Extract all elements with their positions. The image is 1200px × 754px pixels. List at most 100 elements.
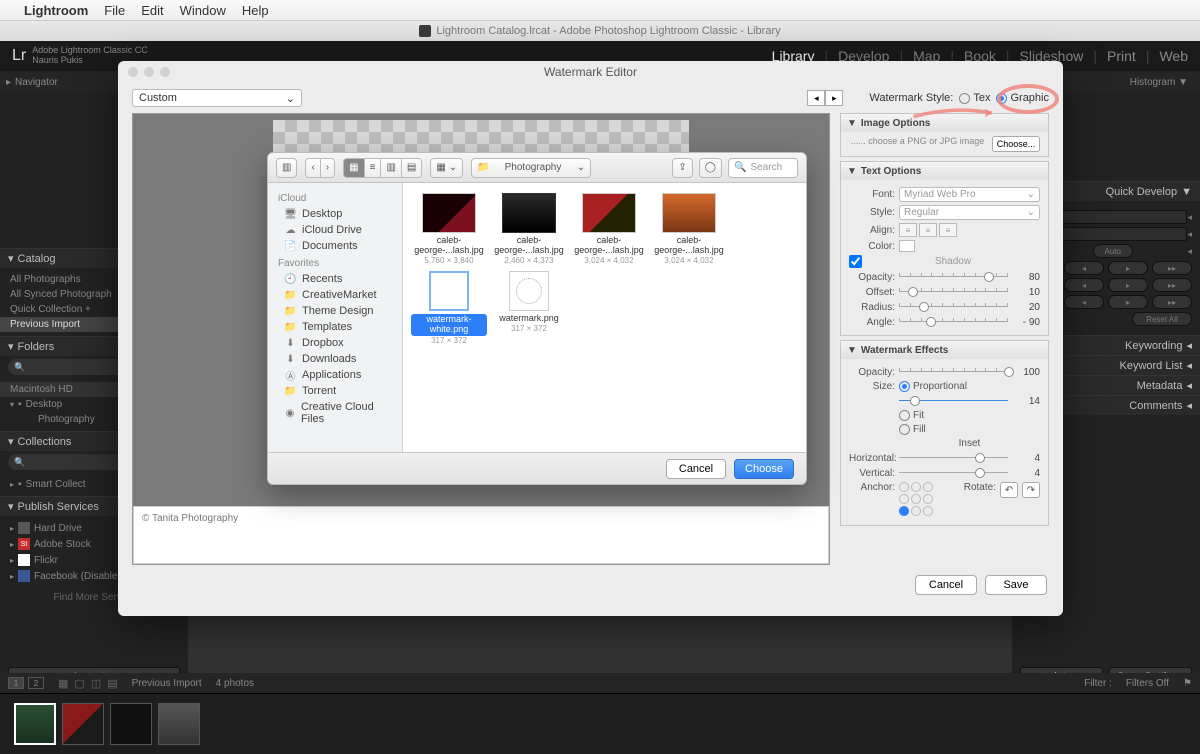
sb-ccfiles[interactable]: ◉Creative Cloud Files: [268, 399, 402, 427]
inset-h-slider[interactable]: [899, 452, 1008, 464]
sb-theme-design[interactable]: 📁Theme Design: [268, 303, 402, 319]
share-button[interactable]: ⇪: [672, 158, 692, 178]
next-button[interactable]: ▸: [825, 90, 843, 106]
image-options-header[interactable]: ▼Image Options: [841, 114, 1048, 132]
macos-menubar: Lightroom File Edit Window Help: [0, 0, 1200, 21]
module-print[interactable]: Print: [1107, 48, 1136, 64]
file-item[interactable]: caleb-george-...lash.jpg3,024 × 4,032: [651, 193, 727, 265]
sb-icloud-drive[interactable]: ☁iCloud Drive: [268, 222, 402, 238]
rotate-left[interactable]: ↶: [1000, 482, 1018, 498]
compare-icon[interactable]: ◫: [91, 677, 101, 690]
volume-row[interactable]: Macintosh HD: [10, 384, 73, 395]
navigator-header[interactable]: Navigator: [15, 77, 58, 88]
group-menu[interactable]: ▦ ⌄: [430, 158, 463, 178]
size-fit[interactable]: Fit: [899, 410, 924, 421]
photo-count: 4 photos: [216, 678, 254, 689]
sb-torrent[interactable]: 📁Torrent: [268, 383, 402, 399]
finder-file-grid: caleb-george-...lash.jpg5,760 × 3,840 ca…: [403, 183, 806, 453]
text-options-header[interactable]: ▼Text Options: [841, 162, 1048, 180]
size-slider[interactable]: [899, 395, 1008, 407]
inset-v-slider[interactable]: [899, 467, 1008, 479]
radio-text[interactable]: Tex: [959, 92, 990, 104]
menu-file[interactable]: File: [104, 3, 125, 18]
shadow-opacity-slider[interactable]: [899, 271, 1008, 283]
view-list[interactable]: ≡: [364, 158, 381, 178]
sb-dropbox[interactable]: ⬇Dropbox: [268, 335, 402, 351]
display-2[interactable]: 2: [28, 677, 44, 689]
finder-cancel-button[interactable]: Cancel: [666, 459, 726, 479]
nav-back[interactable]: ‹: [305, 158, 319, 178]
sb-desktop[interactable]: 🖥Desktop: [268, 206, 402, 222]
sb-recents[interactable]: 🕘Recents: [268, 271, 402, 287]
file-item[interactable]: watermark.png317 × 372: [491, 271, 567, 345]
section-favorites: Favorites: [268, 254, 402, 271]
choose-image-button[interactable]: Choose...: [992, 136, 1040, 152]
filmstrip: [0, 693, 1200, 754]
histogram-header[interactable]: Histogram: [1130, 77, 1176, 88]
toggle-sidebar[interactable]: ▥: [276, 158, 297, 178]
thumb-1[interactable]: [14, 703, 56, 745]
module-web[interactable]: Web: [1159, 48, 1188, 64]
file-item[interactable]: caleb-george-...lash.jpg5,760 × 3,840: [411, 193, 487, 265]
menu-window[interactable]: Window: [180, 3, 226, 18]
shadow-offset-slider[interactable]: [899, 286, 1008, 298]
thumb-2[interactable]: [62, 703, 104, 745]
menu-edit[interactable]: Edit: [141, 3, 163, 18]
tags-button[interactable]: ◯: [699, 158, 722, 178]
app-menu[interactable]: Lightroom: [24, 3, 88, 18]
we-title: Watermark Editor: [118, 65, 1063, 79]
window-title: Lightroom Catalog.lrcat - Adobe Photosho…: [436, 25, 780, 37]
loupe-icon[interactable]: ▢: [74, 677, 84, 690]
file-item[interactable]: caleb-george-...lash.jpg3,024 × 4,032: [571, 193, 647, 265]
qd-auto[interactable]: Auto: [1093, 244, 1133, 258]
section-icloud: iCloud: [268, 189, 402, 206]
size-proportional[interactable]: Proportional: [899, 381, 1040, 392]
sb-documents[interactable]: 📄Documents: [268, 238, 402, 254]
font-select[interactable]: Myriad Web Pro⌄: [899, 187, 1040, 202]
sb-creativemarket[interactable]: 📁CreativeMarket: [268, 287, 402, 303]
anchor-grid[interactable]: [899, 482, 935, 518]
align-buttons[interactable]: ≡≡≡: [899, 223, 957, 237]
view-icons[interactable]: ▦: [343, 158, 363, 178]
source-label[interactable]: Previous Import: [132, 678, 202, 689]
view-columns[interactable]: ▥: [380, 158, 400, 178]
shadow-radius-slider[interactable]: [899, 301, 1008, 313]
text-color-swatch[interactable]: [899, 240, 915, 252]
effects-header[interactable]: ▼Watermark Effects: [841, 341, 1048, 359]
thumb-4[interactable]: [158, 703, 200, 745]
size-fill[interactable]: Fill: [899, 424, 926, 435]
we-save-button[interactable]: Save: [985, 575, 1047, 595]
thumb-3[interactable]: [110, 703, 152, 745]
preset-dropdown[interactable]: Custom⌄: [132, 89, 302, 107]
fs-filter-value[interactable]: Filters Off: [1126, 678, 1169, 689]
shadow-checkbox[interactable]: [849, 255, 862, 268]
sb-templates[interactable]: 📁Templates: [268, 319, 402, 335]
view-gallery[interactable]: ▤: [401, 158, 422, 178]
finder-sidebar: iCloud 🖥Desktop ☁iCloud Drive 📄Documents…: [268, 183, 403, 453]
survey-icon[interactable]: ▤: [107, 677, 117, 690]
rotate-right[interactable]: ↷: [1022, 482, 1040, 498]
flag-icon[interactable]: ⚑: [1183, 678, 1192, 689]
finder-choose-button[interactable]: Choose: [734, 459, 794, 479]
menu-help[interactable]: Help: [242, 3, 269, 18]
sb-downloads[interactable]: ⬇Downloads: [268, 351, 402, 367]
file-item-selected[interactable]: watermark-white.png317 × 372: [411, 271, 487, 345]
wm-opacity-slider[interactable]: [899, 366, 1008, 378]
radio-graphic[interactable]: Graphic: [996, 92, 1049, 104]
grid-icon[interactable]: ▦: [58, 677, 68, 690]
finder-search[interactable]: 🔍 Search: [728, 158, 798, 178]
display-1[interactable]: 1: [8, 677, 24, 689]
qd-reset[interactable]: Reset All: [1132, 312, 1192, 326]
file-item[interactable]: caleb-george-...lash.jpg2,460 × 4,373: [491, 193, 567, 265]
path-dropdown[interactable]: 📁Photography⌄: [471, 158, 591, 178]
shadow-angle-slider[interactable]: [899, 316, 1008, 328]
prev-button[interactable]: ◂: [807, 90, 825, 106]
sb-applications[interactable]: ⒶApplications: [268, 367, 402, 383]
nav-forward[interactable]: ›: [320, 158, 335, 178]
fontstyle-select[interactable]: Regular⌄: [899, 205, 1040, 220]
we-side-panel: ▼Image Options ...... choose a PNG or JP…: [840, 113, 1049, 565]
caption-field[interactable]: © Tanita Photography: [133, 506, 829, 564]
window-titlebar: Lightroom Catalog.lrcat - Adobe Photosho…: [0, 21, 1200, 41]
we-cancel-button[interactable]: Cancel: [915, 575, 977, 595]
fs-filter-label: Filter :: [1084, 678, 1112, 689]
